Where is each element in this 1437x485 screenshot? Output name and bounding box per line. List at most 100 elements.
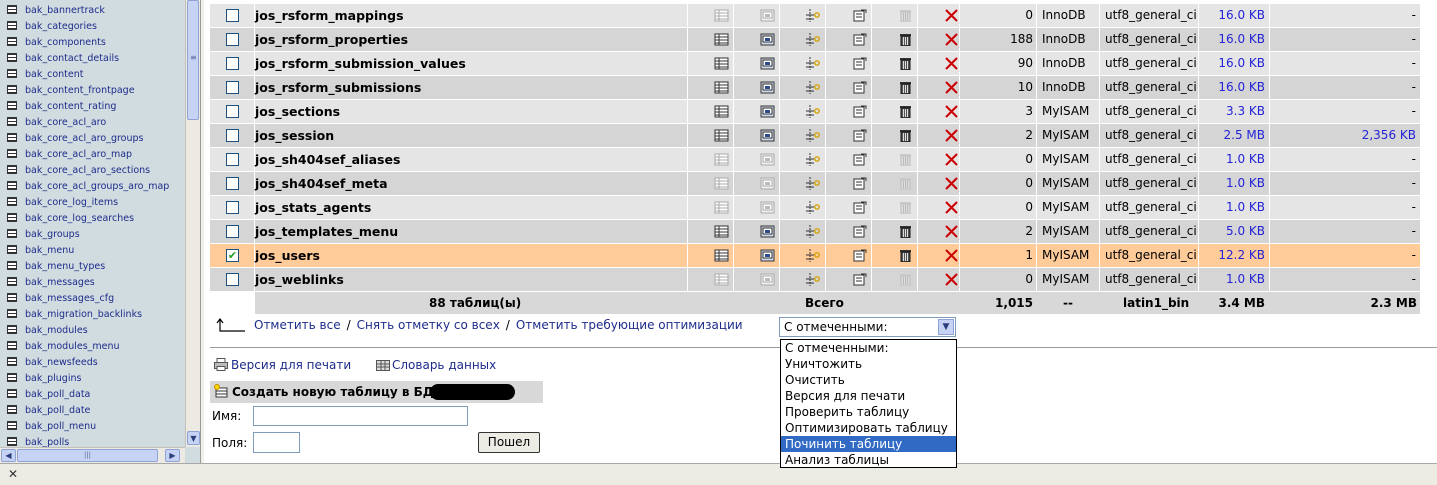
table-icon[interactable] xyxy=(7,37,17,46)
drop-icon[interactable] xyxy=(944,129,959,142)
browse-action[interactable] xyxy=(698,52,744,75)
table-icon[interactable] xyxy=(7,277,17,286)
row-checkbox[interactable] xyxy=(226,177,239,190)
search-action[interactable] xyxy=(790,196,836,219)
table-icon[interactable] xyxy=(7,133,17,142)
insert-action[interactable] xyxy=(836,148,882,171)
search-action[interactable] xyxy=(790,100,836,123)
structure-action[interactable] xyxy=(744,100,790,123)
structure-action[interactable] xyxy=(744,4,790,27)
search-action[interactable] xyxy=(790,172,836,195)
row-checkbox[interactable] xyxy=(226,9,239,22)
sidebar-table-link[interactable]: bak_bannertrack xyxy=(7,3,105,19)
drop-icon[interactable] xyxy=(944,225,959,238)
structure-action[interactable] xyxy=(744,52,790,75)
sidebar-table-name[interactable]: bak_migration_backlinks xyxy=(25,309,142,320)
browse-action[interactable] xyxy=(698,76,744,99)
table-size[interactable]: 1.0 KB xyxy=(1200,268,1269,291)
scroll-left-arrow-icon[interactable]: ◀ xyxy=(1,449,16,462)
table-icon[interactable] xyxy=(7,341,17,350)
table-icon[interactable] xyxy=(7,373,17,382)
table-icon[interactable] xyxy=(7,149,17,158)
empty-table-action[interactable] xyxy=(882,268,928,291)
sidebar-table-link[interactable]: bak_groups xyxy=(7,227,80,243)
insert-icon[interactable] xyxy=(852,249,867,262)
table-row[interactable]: jos_rsform_properties 188 InnoDB utf8_gener… xyxy=(210,28,1420,51)
table-icon[interactable] xyxy=(7,181,17,190)
browse-action[interactable] xyxy=(698,148,744,171)
row-checkbox[interactable] xyxy=(226,105,239,118)
drop-icon[interactable] xyxy=(944,201,959,214)
sidebar-table-name[interactable]: bak_core_acl_aro_groups xyxy=(25,133,144,144)
drop-icon[interactable] xyxy=(944,105,959,118)
insert-action[interactable] xyxy=(836,52,882,75)
dropdown-option[interactable]: С отмеченными: xyxy=(781,340,956,356)
sidebar-table-link[interactable]: bak_core_acl_groups_aro_map xyxy=(7,179,169,195)
insert-icon[interactable] xyxy=(852,81,867,94)
browse-action[interactable] xyxy=(698,100,744,123)
sidebar-table-name[interactable]: bak_core_acl_aro xyxy=(25,117,106,128)
sidebar-table-link[interactable]: bak_messages_cfg xyxy=(7,291,114,307)
table-icon[interactable] xyxy=(7,213,17,222)
browse-icon[interactable] xyxy=(714,57,729,70)
table-row[interactable]: jos_sh404sef_aliases 0 MyISAM utf8_general_… xyxy=(210,148,1420,171)
insert-action[interactable] xyxy=(836,4,882,27)
structure-action[interactable] xyxy=(744,244,790,267)
sidebar-table-name[interactable]: bak_components xyxy=(25,37,106,48)
table-icon[interactable] xyxy=(7,261,17,270)
search-icon[interactable] xyxy=(805,273,821,286)
structure-action[interactable] xyxy=(744,172,790,195)
empty-table-icon[interactable] xyxy=(898,273,913,286)
sidebar-table-link[interactable]: bak_core_log_items xyxy=(7,195,118,211)
structure-icon[interactable] xyxy=(760,129,775,142)
empty-table-icon[interactable] xyxy=(898,105,913,118)
search-action[interactable] xyxy=(790,52,836,75)
print-view-link[interactable]: Версия для печати xyxy=(214,358,351,372)
browse-action[interactable] xyxy=(698,4,744,27)
table-icon[interactable] xyxy=(7,21,17,30)
check-overhead-link[interactable]: Отметить требующие оптимизации xyxy=(516,318,743,332)
browse-action[interactable] xyxy=(698,220,744,243)
table-size[interactable]: 2.5 MB xyxy=(1200,124,1269,147)
dropdown-option[interactable]: Починить таблицу xyxy=(781,436,956,452)
horizontal-scroll-thumb[interactable]: ||| xyxy=(17,449,158,462)
vertical-scroll-thumb[interactable]: ≡ xyxy=(187,0,199,120)
search-action[interactable] xyxy=(790,76,836,99)
sidebar-table-name[interactable]: bak_contact_details xyxy=(25,53,119,64)
structure-icon[interactable] xyxy=(760,201,775,214)
insert-icon[interactable] xyxy=(852,273,867,286)
dropdown-option[interactable]: Очистить xyxy=(781,372,956,388)
table-size[interactable]: 16.0 KB xyxy=(1200,4,1269,27)
uncheck-all-link[interactable]: Снять отметку со всех xyxy=(357,318,500,332)
table-icon[interactable] xyxy=(7,53,17,62)
sidebar-table-name[interactable]: bak_bannertrack xyxy=(25,5,105,16)
table-icon[interactable] xyxy=(7,165,17,174)
search-icon[interactable] xyxy=(805,201,821,214)
table-row[interactable]: jos_sh404sef_meta 0 MyISAM utf8_general_ci 1… xyxy=(210,172,1420,195)
sidebar-table-link[interactable]: bak_modules xyxy=(7,323,88,339)
vertical-scrollbar[interactable]: ≡ ▼ xyxy=(185,0,200,447)
sidebar-table-name[interactable]: bak_poll_date xyxy=(25,405,90,416)
empty-table-icon[interactable] xyxy=(898,249,913,262)
empty-table-icon[interactable] xyxy=(898,225,913,238)
structure-icon[interactable] xyxy=(760,153,775,166)
empty-table-action[interactable] xyxy=(882,244,928,267)
search-icon[interactable] xyxy=(805,129,821,142)
sidebar-table-link[interactable]: bak_content xyxy=(7,67,83,83)
drop-icon[interactable] xyxy=(944,9,959,22)
drop-icon[interactable] xyxy=(944,249,959,262)
table-size[interactable]: 5.0 KB xyxy=(1200,220,1269,243)
row-checkbox[interactable]: ✔ xyxy=(226,249,239,262)
table-row[interactable]: jos_stats_agents 0 MyISAM utf8_general_ci 1.… xyxy=(210,196,1420,219)
table-name[interactable]: jos_templates_menu xyxy=(255,220,398,243)
table-icon[interactable] xyxy=(7,421,17,430)
sidebar-table-link[interactable]: bak_poll_date xyxy=(7,403,90,419)
sidebar-table-link[interactable]: bak_newsfeeds xyxy=(7,355,98,371)
table-icon[interactable] xyxy=(7,5,17,14)
table-size[interactable]: 16.0 KB xyxy=(1200,28,1269,51)
sidebar-table-link[interactable]: bak_core_acl_aro xyxy=(7,115,106,131)
table-icon[interactable] xyxy=(7,69,17,78)
sidebar-table-name[interactable]: bak_core_acl_groups_aro_map xyxy=(25,181,169,192)
table-icon[interactable] xyxy=(7,309,17,318)
sidebar-table-link[interactable]: bak_core_acl_aro_groups xyxy=(7,131,144,147)
